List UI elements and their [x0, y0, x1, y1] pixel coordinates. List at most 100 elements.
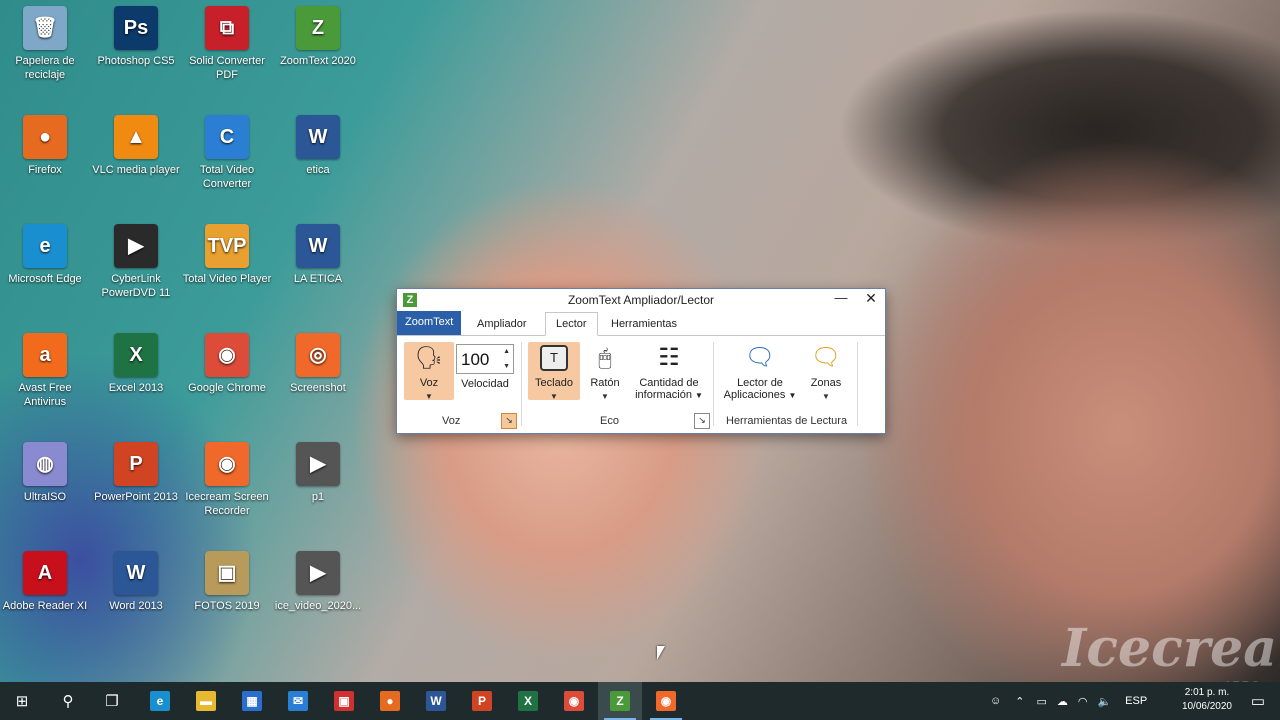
voz-settings-launcher-icon[interactable]: ↘ [501, 413, 517, 429]
app-icon: e [23, 224, 67, 268]
taskbar-app-explorer[interactable]: ▬ [184, 682, 228, 720]
zonas-dropdown-icon: ▼ [822, 392, 830, 401]
tab-ampliador[interactable]: Ampliador [467, 313, 537, 335]
keyboard-echo-icon: T [540, 345, 568, 371]
network-device-icon[interactable]: ▭ [1036, 695, 1046, 708]
desktop-icon[interactable]: W Word 2013 [91, 545, 181, 613]
tab-zoomtext[interactable]: ZoomText [397, 311, 462, 335]
clock[interactable]: 2:01 p. m. 10/06/2020 [1182, 686, 1232, 714]
people-icon[interactable]: ☺ [990, 695, 1001, 707]
zones-icon: 🗨 [810, 344, 842, 371]
taskbar-app-mail[interactable]: ✉ [276, 682, 320, 720]
desktop-icon-label: LA ETICA [293, 273, 343, 285]
voz-dropdown-icon: ▼ [425, 392, 433, 401]
app-icon: W [296, 115, 340, 159]
search-button[interactable]: ⚲ [46, 682, 90, 720]
taskbar-app-edge[interactable]: e [138, 682, 182, 720]
wifi-icon[interactable]: ◠ [1078, 695, 1088, 708]
app-icon: ▶ [296, 551, 340, 595]
raton-button[interactable]: 🖱 Ratón ▼ [583, 342, 627, 402]
app-icon: P [114, 442, 158, 486]
desktop-icon[interactable]: Ps Photoshop CS5 [91, 0, 181, 68]
desktop-icon[interactable]: Wetica [273, 109, 363, 177]
taskbar-app-zoomtext[interactable]: Z [598, 682, 642, 720]
lector-apps-label-2: Aplicaciones [723, 389, 786, 401]
tab-lector[interactable]: Lector [545, 312, 598, 336]
stepper-up-icon[interactable]: ▲ [503, 348, 510, 355]
desktop-icon[interactable]: e Microsoft Edge [0, 218, 90, 286]
desktop-icon-label: Firefox [28, 164, 62, 176]
taskbar-app-word[interactable]: W [414, 682, 458, 720]
desktop-icon-label: ZoomText 2020 [280, 55, 356, 67]
taskbar-app-icecream[interactable]: ◉ [644, 682, 688, 720]
ribbon-tabs: ZoomText Ampliador Lector Herramientas [397, 311, 885, 336]
desktop-icon-label: UltraISO [23, 491, 67, 503]
desktop-icon[interactable]: a Avast Free Antivirus [0, 327, 90, 409]
desktop-icon[interactable]: 🗑 Papelera de reciclaje [0, 0, 90, 82]
voz-button[interactable]: 🗣 Voz ▼ [404, 342, 454, 401]
lector-aplicaciones-button[interactable]: 🗨 Lector de Aplicaciones ▼ [719, 342, 801, 402]
desktop-icon[interactable]: ◉ Icecream Screen Recorder [182, 436, 272, 518]
cantidad-informacion-button[interactable]: ☷ Cantidad de información ▼ [629, 342, 709, 402]
desktop-icon[interactable]: ▶ ice_video_2020... [273, 545, 363, 613]
desktop-icon[interactable]: X Excel 2013 [91, 327, 181, 395]
notifications-icon[interactable]: ▭ [1236, 682, 1280, 720]
app-icon: Ps [114, 6, 158, 50]
icecream-watermark: Icecream [1062, 618, 1280, 679]
excel-icon: X [518, 691, 538, 711]
desktop-icon[interactable]: A Adobe Reader XI [0, 545, 90, 613]
desktop-icon[interactable]: ▣ FOTOS 2019 [182, 545, 272, 613]
velocidad-label: Velocidad [461, 378, 509, 390]
app-icon: ● [23, 115, 67, 159]
close-button[interactable]: ✕ [863, 290, 879, 308]
group-separator [521, 342, 522, 426]
edge-icon: e [150, 691, 170, 711]
desktop-icon[interactable]: ◎ Screenshot [273, 327, 363, 395]
onedrive-icon[interactable]: ☁ [1057, 695, 1068, 708]
mouse-cursor-icon [657, 646, 665, 660]
app-icon: ⧉ [205, 6, 249, 50]
desktop-icon[interactable]: ◉ Google Chrome [182, 327, 272, 395]
chevron-up-icon[interactable]: ⌃ [1015, 695, 1024, 708]
desktop-icon[interactable]: Z ZoomText 2020 [273, 0, 363, 68]
desktop-icon[interactable]: C Total Video Converter [182, 109, 272, 191]
voz-label: Voz [419, 377, 439, 389]
window-titlebar[interactable]: Z ZoomText Ampliador/Lector — ✕ [397, 289, 885, 311]
app-icon: ▶ [296, 442, 340, 486]
taskbar-app-excel[interactable]: X [506, 682, 550, 720]
task-view-button[interactable]: ❐ [90, 682, 134, 720]
window-title: ZoomText Ampliador/Lector [567, 293, 715, 307]
desktop-icon[interactable]: ● Firefox [0, 109, 90, 177]
desktop-icon[interactable]: ▲ VLC media player [91, 109, 181, 177]
app-icon: ▣ [205, 551, 249, 595]
language-indicator[interactable]: ESP [1125, 695, 1147, 707]
taskbar-app-store[interactable]: ▦ [230, 682, 274, 720]
desktop-icon-label: p1 [311, 491, 325, 503]
desktop-icon[interactable]: P PowerPoint 2013 [91, 436, 181, 504]
app-icon: ◎ [296, 333, 340, 377]
taskbar-app-firefox[interactable]: ● [368, 682, 412, 720]
desktop-icon[interactable]: W LA ETICA [273, 218, 363, 286]
volume-icon[interactable]: 🔈 [1097, 695, 1111, 708]
stepper-down-icon[interactable]: ▼ [503, 363, 510, 370]
ribbon-lector: 🗣 Voz ▼ 100 ▲ ▼ Velocidad Voz ↘ T Teclad… [397, 336, 885, 432]
velocidad-stepper[interactable]: 100 ▲ ▼ [456, 344, 514, 374]
desktop-icon[interactable]: ◍ UltraISO [0, 436, 90, 504]
start-button[interactable]: ⊞ [0, 682, 44, 720]
eco-settings-launcher-icon[interactable]: ↘ [694, 413, 710, 429]
group-eco-label: Eco [600, 415, 619, 427]
app-icon: a [23, 333, 67, 377]
desktop-icon[interactable]: TVP Total Video Player [182, 218, 272, 286]
desktop-icon[interactable]: ▶ CyberLink PowerDVD 11 [91, 218, 181, 300]
desktop-icon[interactable]: ⧉ Solid Converter PDF [182, 0, 272, 82]
desktop-icon[interactable]: ▶ p1 [273, 436, 363, 504]
zonas-button[interactable]: 🗨 Zonas ▼ [803, 342, 849, 402]
teclado-button[interactable]: T Teclado ▼ [528, 342, 580, 401]
store-icon: ▦ [242, 691, 262, 711]
tab-herramientas[interactable]: Herramientas [601, 313, 687, 335]
minimize-button[interactable]: — [833, 290, 849, 308]
taskbar-app-gift[interactable]: ▣ [322, 682, 366, 720]
taskbar-app-chrome[interactable]: ◉ [552, 682, 596, 720]
taskbar-app-powerpoint[interactable]: P [460, 682, 504, 720]
raton-label: Ratón [590, 377, 620, 389]
